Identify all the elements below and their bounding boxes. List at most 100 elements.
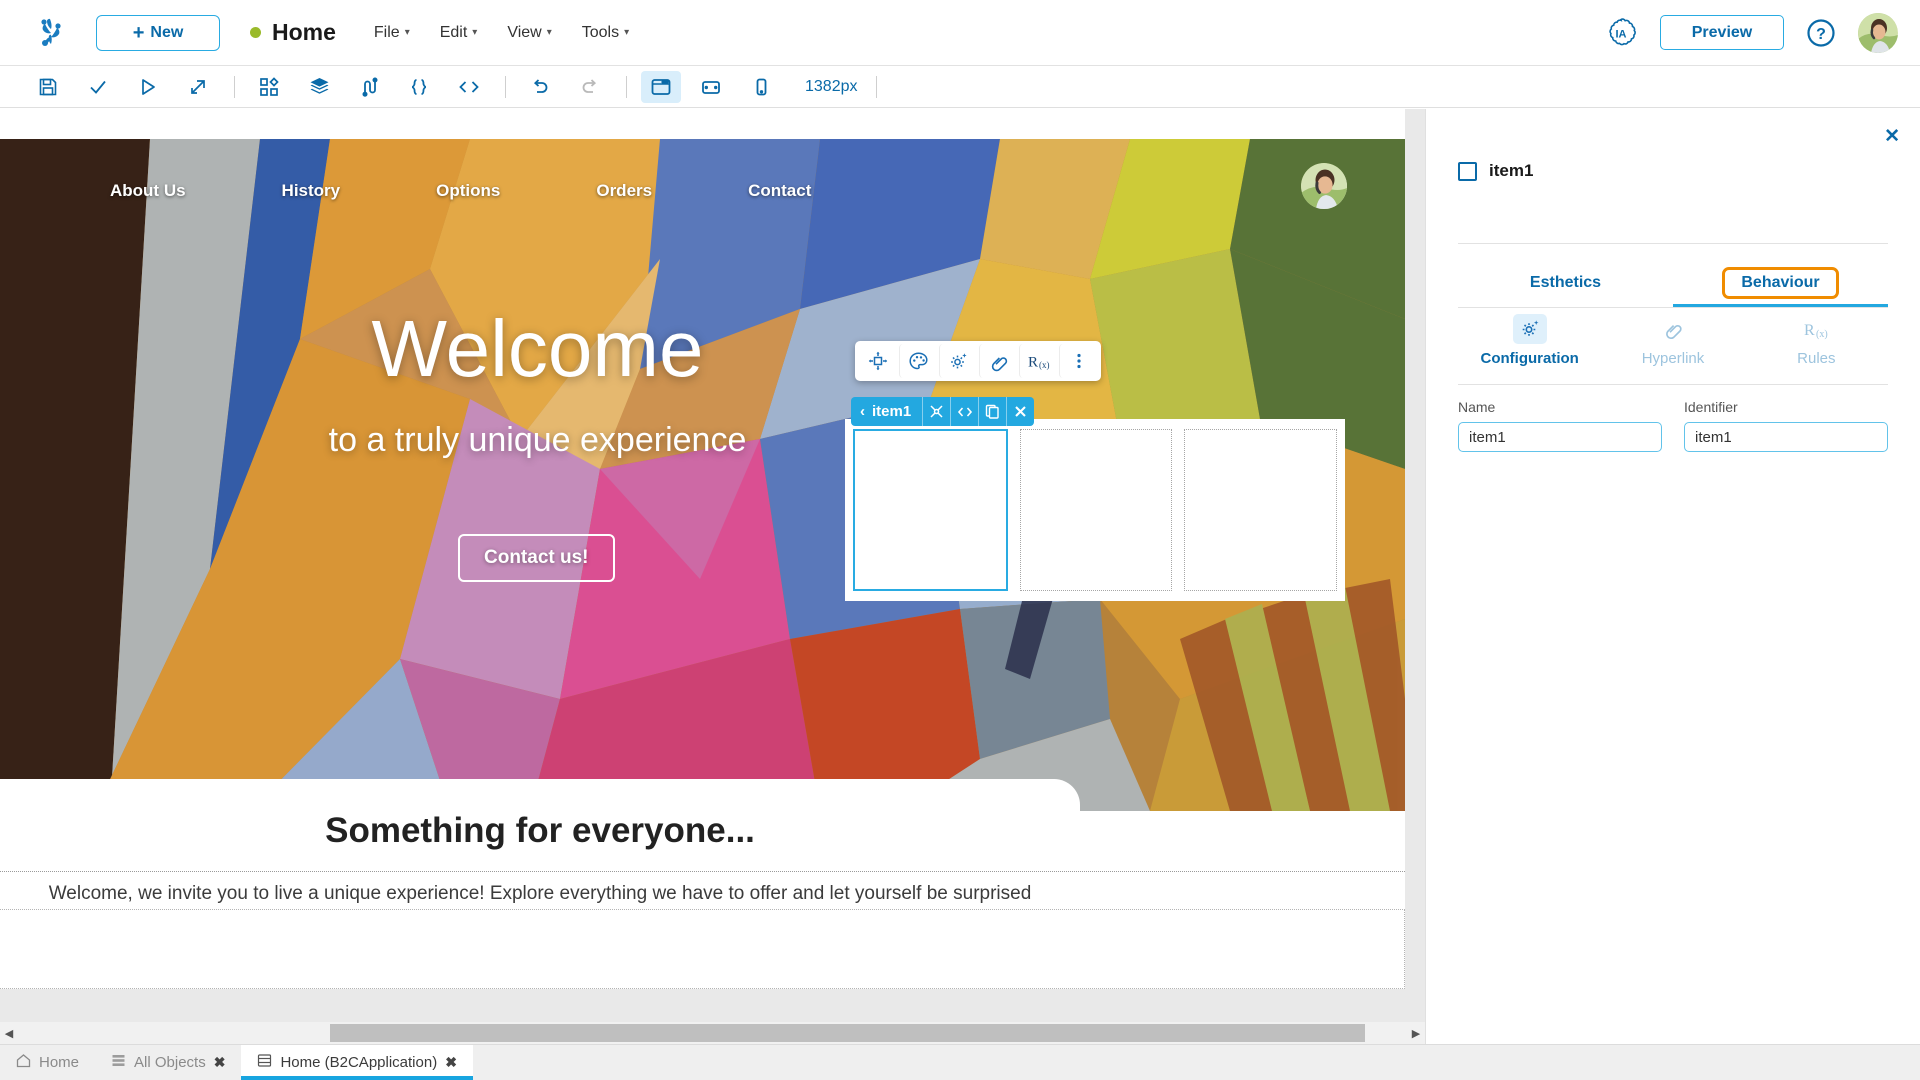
copy-icon[interactable] (978, 397, 1007, 426)
menu-view[interactable]: View ▾ (507, 24, 551, 42)
nav-link-orders[interactable]: Orders (596, 181, 652, 201)
subtab-hyperlink[interactable]: Hyperlink (1601, 314, 1744, 367)
name-input[interactable] (1458, 422, 1662, 452)
toolbar-divider (505, 75, 506, 98)
subtab-rules[interactable]: R (x) Rules (1745, 314, 1888, 367)
braces-icon[interactable] (399, 71, 439, 103)
nav-link-history[interactable]: History (282, 181, 341, 201)
code-icon[interactable] (449, 71, 489, 103)
list-icon (111, 1053, 126, 1072)
three-column-widget[interactable] (845, 419, 1345, 601)
ia-assistant-icon[interactable]: IA (1604, 16, 1638, 50)
move-icon[interactable] (859, 344, 897, 378)
home-icon (16, 1053, 31, 1072)
object-checkbox[interactable] (1458, 161, 1477, 181)
field-name-label: Name (1458, 399, 1496, 415)
svg-text:IA: IA (1616, 28, 1627, 40)
undo-icon[interactable] (520, 71, 560, 103)
gear-sparkle-icon[interactable] (939, 344, 977, 378)
kebab-menu-icon[interactable] (1059, 344, 1097, 378)
column-1[interactable] (853, 429, 1008, 591)
grid-icon[interactable] (249, 71, 289, 103)
svg-text:R: R (1028, 355, 1038, 371)
close-icon[interactable] (1006, 397, 1035, 426)
toolbar-divider (875, 75, 877, 98)
scroll-left-arrow[interactable]: ◀ (0, 1027, 18, 1040)
column-3[interactable] (1184, 429, 1338, 591)
avatar[interactable] (1858, 12, 1898, 53)
play-icon[interactable] (128, 71, 168, 103)
empty-section-placeholder[interactable] (0, 909, 1405, 989)
check-icon[interactable] (78, 71, 118, 103)
tab-close-button[interactable]: ✖ (214, 1054, 226, 1071)
toolbar-divider (626, 75, 627, 98)
panel-tabs: Esthetics Behaviour (1458, 259, 1888, 307)
page-preview: About Us History Options Orders Contact (0, 109, 1405, 989)
header-actions: IA Preview ? (1604, 12, 1898, 53)
mobile-icon[interactable] (741, 71, 781, 103)
tab-esthetics[interactable]: Esthetics (1458, 259, 1673, 307)
new-button[interactable]: + New (96, 14, 220, 51)
question-circle-icon[interactable]: ? (1806, 18, 1836, 48)
section-title: Something for everyone... (325, 811, 755, 850)
rules-rx-icon[interactable]: R (x) (1019, 344, 1057, 378)
frog-logo-icon[interactable] (30, 12, 72, 54)
subtab-configuration[interactable]: Configuration (1458, 314, 1601, 367)
svg-text:(x): (x) (1039, 360, 1050, 370)
menu-tools[interactable]: Tools ▾ (582, 24, 629, 42)
viewport-size-label: 1382px (805, 77, 858, 95)
panel-divider (1458, 384, 1888, 385)
menu-edit[interactable]: Edit ▾ (440, 24, 478, 42)
widget-selection-badge: ‹ item1 (851, 397, 1035, 426)
layers-icon[interactable] (299, 71, 339, 103)
field-identifier-label: Identifier (1684, 399, 1738, 415)
panel-close-icon[interactable]: ✕ (1884, 125, 1900, 148)
tab-label: All Objects (134, 1054, 206, 1071)
select-parent-button[interactable]: ‹ item1 (851, 397, 923, 426)
save-icon[interactable] (28, 71, 68, 103)
tab-close-button[interactable]: ✖ (445, 1054, 457, 1071)
code-icon[interactable] (950, 397, 979, 426)
menu-file[interactable]: File ▾ (374, 24, 410, 42)
tablet-icon[interactable] (691, 71, 731, 103)
export-icon[interactable] (178, 71, 218, 103)
palette-icon[interactable] (899, 344, 937, 378)
site-navigation: About Us History Options Orders Contact (0, 161, 1405, 221)
panel-subtabs: Configuration Hyperlink R (x) Rules (1458, 314, 1888, 367)
design-canvas[interactable]: About Us History Options Orders Contact (0, 109, 1425, 1022)
flow-icon[interactable] (349, 71, 389, 103)
scroll-track[interactable] (18, 1022, 1407, 1044)
desktop-icon[interactable] (641, 70, 681, 103)
nav-link-contact[interactable]: Contact (748, 181, 811, 201)
link-icon (1656, 314, 1690, 344)
canvas-horizontal-scrollbar[interactable]: ◀ ▶ (0, 1022, 1425, 1044)
svg-text:R: R (1804, 322, 1815, 339)
tab-behaviour[interactable]: Behaviour (1673, 259, 1888, 307)
window-icon (257, 1053, 272, 1072)
plus-icon: + (132, 21, 145, 44)
tab-home[interactable]: Home (0, 1045, 95, 1080)
widget-float-toolbar: R (x) (855, 341, 1101, 381)
hero-cta-button[interactable]: Contact us! (458, 534, 615, 582)
identifier-input[interactable] (1684, 422, 1888, 452)
tab-all-objects[interactable]: All Objects ✖ (95, 1045, 241, 1080)
panel-divider (1458, 307, 1888, 308)
scroll-thumb[interactable] (330, 1024, 1365, 1042)
tab-home-b2capplication[interactable]: Home (B2CApplication) ✖ (241, 1045, 474, 1080)
nav-link-about-us[interactable]: About Us (110, 181, 186, 201)
redo-icon[interactable] (570, 71, 610, 103)
scroll-right-arrow[interactable]: ▶ (1407, 1027, 1425, 1040)
site-avatar[interactable] (1301, 163, 1347, 209)
column-2[interactable] (1019, 429, 1173, 591)
field-identifier: Identifier (1684, 399, 1888, 452)
chevron-down-icon: ▾ (624, 27, 630, 38)
cut-icon[interactable] (922, 397, 951, 426)
preview-button[interactable]: Preview (1660, 15, 1784, 50)
section-guide-line (0, 871, 1405, 872)
panel-divider (1458, 243, 1888, 244)
link-icon[interactable] (979, 344, 1017, 378)
page-status-dot (250, 27, 261, 38)
nav-link-options[interactable]: Options (436, 181, 500, 201)
page-title: Home (272, 19, 336, 45)
editor-toolbar: 1382px (0, 66, 1920, 108)
